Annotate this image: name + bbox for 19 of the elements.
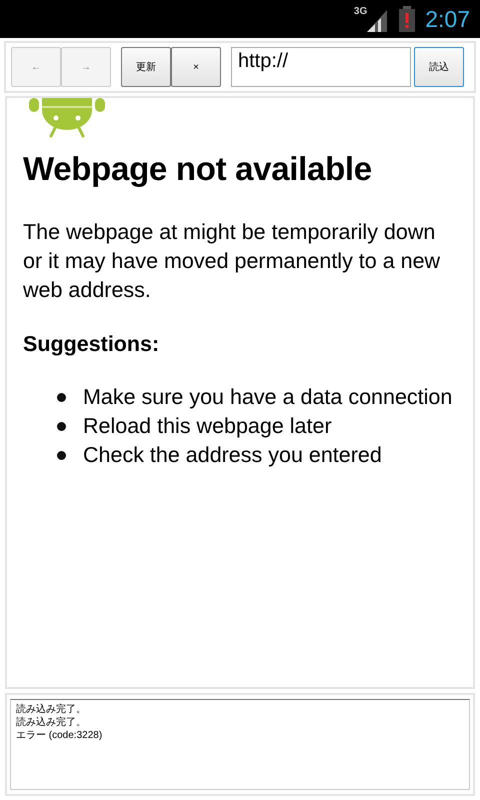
load-button[interactable]: 読込 [414, 47, 464, 87]
suggestion-text: Make sure you have a data connection [83, 384, 452, 411]
battery-icon [399, 6, 416, 32]
error-title: Webpage not available [23, 150, 373, 188]
suggestion-text: Check the address you entered [83, 442, 382, 469]
bullet-icon [57, 422, 66, 431]
url-field[interactable]: http:// [231, 47, 411, 87]
clock-time: 2:07 [425, 6, 470, 32]
refresh-button[interactable]: 更新 [121, 47, 171, 87]
bullet-icon [57, 393, 66, 402]
suggestions-heading: Suggestions: [23, 332, 160, 357]
error-message: The webpage at might be temporarily down or it may have moved permanently to a new web address. [23, 219, 442, 304]
network-type: 3G [354, 6, 368, 17]
suggestion-text: Reload this webpage later [83, 413, 332, 440]
bullet-icon [57, 451, 66, 460]
robot-icon [29, 98, 105, 140]
stop-button[interactable]: × [171, 47, 221, 87]
signal-icon [367, 10, 388, 32]
log-field[interactable]: 読み込み完了。 読み込み完了。 エラー (code:3228) [10, 699, 470, 790]
